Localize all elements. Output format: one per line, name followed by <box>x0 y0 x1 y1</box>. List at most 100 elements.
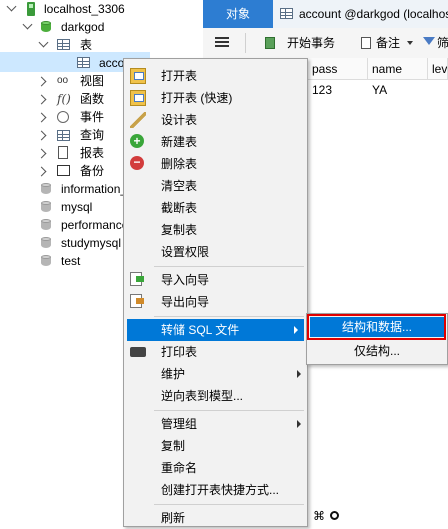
highlight-annotation-box <box>307 314 446 340</box>
database-icon <box>41 237 51 249</box>
tree-node-functions[interactable]: f() 函数 <box>0 90 123 108</box>
menu-item-label: 复制 <box>161 439 186 453</box>
filter-status-icon[interactable]: ⌘ <box>313 509 325 523</box>
menu-item-label: 转储 SQL 文件 <box>161 323 240 337</box>
database-icon <box>41 219 51 231</box>
menu-item-design-table[interactable]: 设计表 <box>124 109 307 131</box>
submenu-item-structure-only[interactable]: 仅结构... <box>310 341 444 361</box>
memo-button[interactable]: 备注 <box>376 28 400 58</box>
chevron-right-icon[interactable] <box>36 112 47 123</box>
views-icon: oo <box>57 75 69 86</box>
tree-db-information-schema[interactable]: information_schema <box>0 180 123 198</box>
import-icon <box>130 272 144 286</box>
menu-item-label: 导入向导 <box>161 273 210 287</box>
chevron-right-icon[interactable] <box>36 130 47 141</box>
add-icon: + <box>130 134 144 148</box>
menu-item-label: 打开表 <box>161 69 198 83</box>
menu-item-create-shortcut[interactable]: 创建打开表快捷方式... <box>124 479 307 501</box>
tree-db-test[interactable]: test <box>0 252 123 270</box>
chevron-right-icon[interactable] <box>36 148 47 159</box>
menu-item-manage-group[interactable]: 管理组 <box>124 413 307 435</box>
tree-connection-label: localhost_3306 <box>44 2 125 16</box>
export-icon <box>130 294 144 308</box>
toolbar: 开始事务 备注 筛 <box>203 28 448 59</box>
toolbar-divider <box>245 33 246 53</box>
chevron-down-icon[interactable] <box>407 41 413 45</box>
column-header-pass[interactable]: pass <box>308 58 368 80</box>
tree-db-label: mysql <box>61 200 93 214</box>
tree-node-backups[interactable]: 备份 <box>0 162 123 180</box>
menu-item-open-table-fast[interactable]: 打开表 (快速) <box>124 87 307 109</box>
menu-item-reverse-to-model[interactable]: 逆向表到模型... <box>124 385 307 407</box>
tree-node-queries[interactable]: 查询 <box>0 126 123 144</box>
menu-item-import-wizard[interactable]: 导入向导 <box>124 269 307 291</box>
menu-item-label: 设计表 <box>161 113 198 127</box>
menu-item-refresh[interactable]: 刷新 <box>124 507 307 529</box>
tree-tables-node[interactable]: 表 <box>0 36 200 54</box>
menu-item-rename[interactable]: 重命名 <box>124 457 307 479</box>
tree-db-label: information_schema <box>61 182 123 196</box>
tab-objects[interactable]: 对象 <box>203 0 273 28</box>
remove-icon: − <box>130 156 144 170</box>
tree-node-events[interactable]: 事件 <box>0 108 123 126</box>
menu-item-export-wizard[interactable]: 导出向导 <box>124 291 307 313</box>
tree-db-label: performance_schema <box>61 218 123 232</box>
tree-connection[interactable]: localhost_3306 <box>0 0 200 18</box>
context-menu: 打开表 打开表 (快速) 设计表 + 新建表 − 删除表 清空表 截断表 复制表… <box>123 58 308 527</box>
cell-pass[interactable]: 123 <box>308 80 368 100</box>
menu-item-label: 管理组 <box>161 417 198 431</box>
chevron-down-icon[interactable] <box>22 19 33 30</box>
tree-node-reports[interactable]: 报表 <box>0 144 123 162</box>
menu-item-duplicate-table[interactable]: 复制表 <box>124 219 307 241</box>
begin-transaction-button[interactable]: 开始事务 <box>287 28 335 58</box>
chevron-right-icon[interactable] <box>36 76 47 87</box>
stop-icon[interactable] <box>330 511 339 520</box>
menu-item-truncate-table[interactable]: 截断表 <box>124 197 307 219</box>
chevron-down-icon[interactable] <box>6 1 17 12</box>
menu-item-label: 截断表 <box>161 201 198 215</box>
menu-item-label: 导出向导 <box>161 295 210 309</box>
chevron-right-icon[interactable] <box>36 166 47 177</box>
chevron-right-icon[interactable] <box>36 94 47 105</box>
tab-table-account[interactable]: account @darkgod (localhost <box>273 0 448 28</box>
menu-item-label: 逆向表到模型... <box>161 389 244 403</box>
tree-db-studymysql[interactable]: studymysql <box>0 234 123 252</box>
tree-database[interactable]: darkgod <box>0 18 200 36</box>
menu-item-label: 创建打开表快捷方式... <box>161 483 280 497</box>
chevron-down-icon[interactable] <box>38 37 49 48</box>
menu-separator <box>154 266 304 267</box>
memo-icon <box>361 37 371 49</box>
table-icon <box>280 8 293 19</box>
column-header-name[interactable]: name <box>368 58 428 80</box>
menu-item-label: 打印表 <box>161 345 198 359</box>
menu-item-copy[interactable]: 复制 <box>124 435 307 457</box>
backup-icon <box>57 165 70 176</box>
menu-item-delete-table[interactable]: − 删除表 <box>124 153 307 175</box>
tree-db-mysql[interactable]: mysql <box>0 198 123 216</box>
menu-item-label: 清空表 <box>161 179 198 193</box>
menu-separator <box>154 504 304 505</box>
menu-item-set-permissions[interactable]: 设置权限 <box>124 241 307 263</box>
tree-node-label: 查询 <box>80 128 105 142</box>
tree-node-views[interactable]: oo 视图 <box>0 72 123 90</box>
cell-name[interactable]: YA <box>368 80 428 100</box>
menu-item-open-table[interactable]: 打开表 <box>124 65 307 87</box>
open-table-icon <box>130 68 146 84</box>
menu-item-new-table[interactable]: + 新建表 <box>124 131 307 153</box>
tree-db-performance-schema[interactable]: performance_schema <box>0 216 123 234</box>
filter-icon[interactable] <box>423 37 435 45</box>
filter-button[interactable]: 筛 <box>437 28 448 58</box>
menu-item-empty-table[interactable]: 清空表 <box>124 175 307 197</box>
menu-item-maintain[interactable]: 维护 <box>124 363 307 385</box>
menu-item-print-table[interactable]: 打印表 <box>124 341 307 363</box>
menu-item-label: 重命名 <box>161 461 198 475</box>
tree-db-label: studymysql <box>61 236 122 250</box>
tab-table-label: account @darkgod (localhost <box>299 7 448 21</box>
column-header-level[interactable]: lev <box>428 58 448 80</box>
tree-node-label: 事件 <box>80 110 105 124</box>
menu-item-dump-sql[interactable]: 转储 SQL 文件 <box>127 319 304 341</box>
tree-database-label: darkgod <box>61 20 105 34</box>
open-table-fast-icon <box>130 90 146 106</box>
hamburger-menu-icon[interactable] <box>215 37 229 39</box>
menu-item-label: 维护 <box>161 367 186 381</box>
